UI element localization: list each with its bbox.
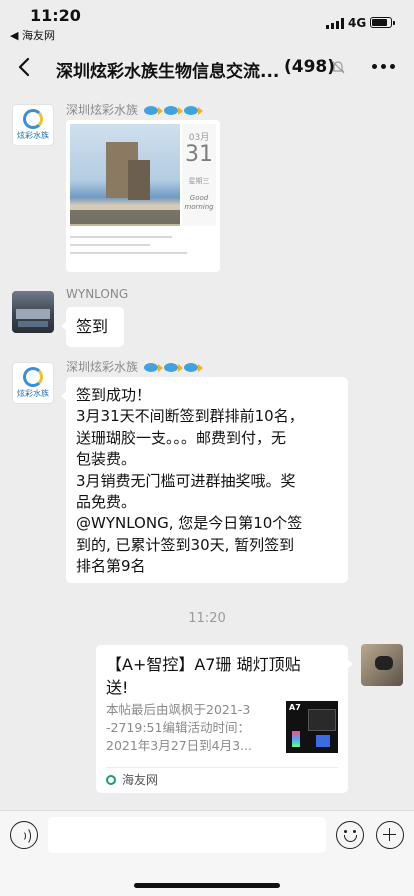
message-line: 包装费。 (76, 450, 137, 469)
fish-icon (144, 106, 164, 115)
beach-photo (70, 124, 180, 226)
fish-icon (164, 106, 184, 115)
sender-name: 深圳炫彩水族 (66, 101, 204, 118)
battery-icon (370, 17, 395, 28)
message-line: 品免费。 (76, 493, 137, 512)
avatar[interactable] (12, 291, 54, 333)
home-indicator (134, 883, 280, 888)
image-message[interactable]: 03月 31 星期三 Good morning (66, 120, 220, 272)
message-line: 3月销费无门槛可进群抽奖哦。奖 (76, 471, 296, 490)
text-message-bubble[interactable]: 签到 (61, 307, 124, 347)
emoji-icon[interactable] (336, 821, 364, 849)
message-line: 签到成功！ (76, 386, 152, 404)
fish-icon (164, 363, 184, 372)
fish-icon (144, 363, 164, 372)
more-functions-plus-icon[interactable] (376, 821, 404, 849)
signal-icon (326, 18, 344, 29)
source-app-icon (106, 775, 116, 785)
fish-icon (184, 106, 204, 115)
voice-input-icon[interactable] (10, 821, 38, 849)
divider (106, 767, 338, 768)
back-arrow-icon[interactable] (14, 56, 36, 78)
link-card-message[interactable]: 【A+智控】A7珊 瑚灯顶贴 送! 本帖最后由飒枫于2021-3 -2719:5… (96, 645, 353, 793)
date-weekday: 星期三 (188, 177, 210, 185)
more-options-icon[interactable] (372, 64, 396, 70)
fish-icon (184, 363, 204, 372)
link-card-title: 【A+智控】A7珊 瑚灯顶贴 送! (106, 655, 301, 697)
link-card-thumbnail: A7 (286, 701, 338, 753)
mute-bell-icon (331, 60, 345, 74)
message-line: 送珊瑚胶一支。。。邮费到付，无 (76, 428, 287, 447)
greeting-text: Good morning (184, 194, 214, 211)
network-type: 4G (348, 16, 367, 30)
link-card-source: 海友网 (122, 773, 159, 787)
chat-header: 深圳炫彩水族生物信息交流... (498) (0, 44, 414, 90)
message-line: 3月31天不间断签到群排前10名， (76, 407, 304, 426)
status-bar: 11:20 ◀ 海友网 4G (0, 0, 414, 44)
member-count: (498) (284, 57, 336, 77)
chat-timestamp: 11:20 (188, 611, 226, 626)
date-panel: 03月 31 星期三 Good morning (182, 124, 216, 226)
text-message-bubble[interactable]: 签到成功！ 3月31天不间断签到群排前10名， 送珊瑚胶一支。。。邮费到付，无 … (61, 377, 348, 583)
message-line: 到的, 已累计签到30天, 暂列签到 (76, 535, 295, 554)
avatar[interactable]: 炫彩水族 (12, 104, 54, 146)
status-time: 11:20 (30, 6, 81, 25)
date-day: 31 (185, 142, 213, 167)
image-caption-lines (70, 230, 216, 260)
avatar-logo-text: 炫彩水族 (17, 131, 49, 140)
avatar[interactable]: 炫彩水族 (12, 362, 54, 404)
input-bar (0, 810, 414, 896)
sender-name: WYNLONG (66, 287, 129, 301)
message-line: @WYNLONG, 您是今日第10个签 (76, 514, 303, 533)
back-to-app-link[interactable]: ◀ 海友网 (10, 27, 55, 43)
avatar-logo-text: 炫彩水族 (17, 389, 49, 398)
link-card-description: 本帖最后由飒枫于2021-3 -2719:51编辑活动时间： 2021年3月27… (106, 702, 252, 753)
sender-name: 深圳炫彩水族 (66, 358, 204, 375)
message-input[interactable] (48, 817, 326, 853)
message-line: 排名第9名 (76, 557, 146, 576)
message-text: 签到 (76, 317, 109, 336)
avatar[interactable] (361, 644, 403, 686)
